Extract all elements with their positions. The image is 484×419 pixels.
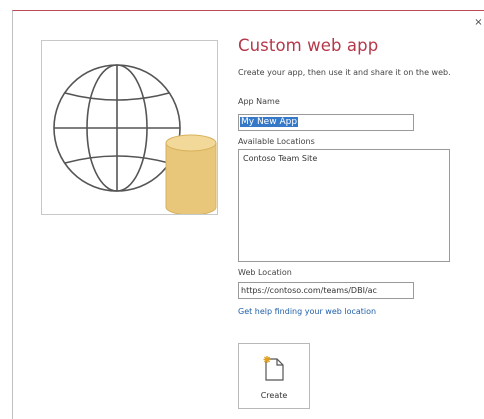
create-button[interactable]: Create bbox=[238, 343, 310, 409]
app-preview-image bbox=[41, 40, 218, 215]
web-location-input[interactable]: https://contoso.com/teams/DBI/ac bbox=[238, 282, 414, 299]
dialog-title: Custom web app bbox=[238, 36, 379, 55]
dialog-description: Create your app, then use it and share i… bbox=[238, 68, 451, 77]
app-name-value: My New App bbox=[240, 117, 299, 127]
help-finding-location-link[interactable]: Get help finding your web location bbox=[238, 307, 376, 316]
app-name-input[interactable]: My New App bbox=[238, 114, 414, 131]
create-button-label: Create bbox=[260, 391, 288, 400]
new-document-icon bbox=[263, 356, 284, 381]
close-icon[interactable]: × bbox=[474, 17, 483, 28]
available-locations-label: Available Locations bbox=[238, 137, 315, 146]
location-item[interactable]: Contoso Team Site bbox=[239, 150, 449, 165]
available-locations-list[interactable]: Contoso Team Site bbox=[238, 149, 450, 262]
database-cylinder bbox=[165, 134, 217, 214]
globe-database-icon bbox=[53, 64, 217, 214]
app-name-label: App Name bbox=[238, 97, 280, 106]
web-location-label: Web Location bbox=[238, 268, 292, 277]
